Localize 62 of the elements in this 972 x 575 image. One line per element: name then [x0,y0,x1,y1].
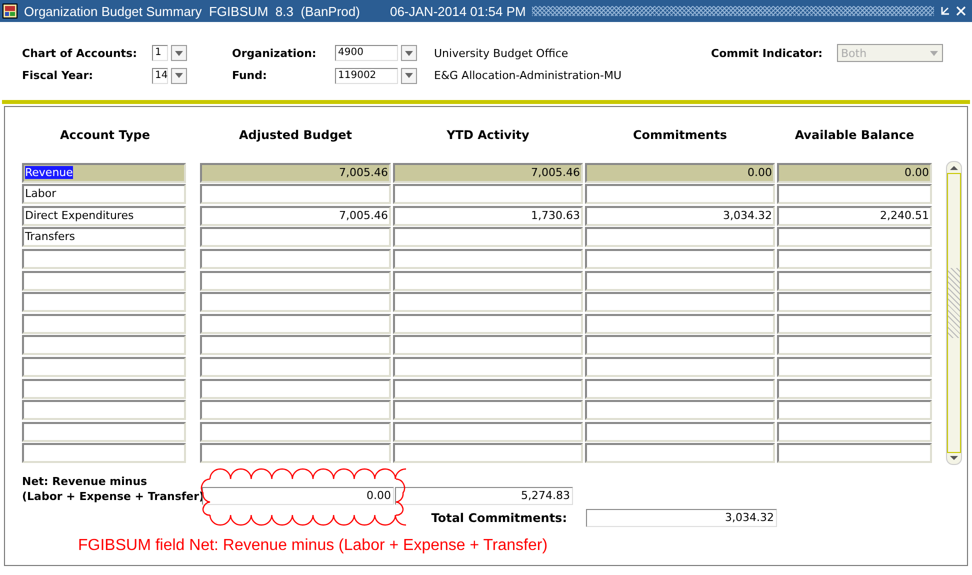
caret-icon [930,50,938,56]
field-label: Fund: [232,69,268,82]
input-field[interactable]: 119002 [335,68,398,84]
total-commitments-label: Total Commitments: [431,511,568,526]
field-label: Fiscal Year: [22,69,94,82]
scroll-up-icon[interactable] [949,165,959,171]
field-label: Organization: [232,46,318,60]
scrollbar[interactable] [946,161,962,465]
input-field[interactable]: 4900 [335,45,398,62]
net-ytd-field[interactable]: 5,274.83 [395,487,573,506]
minimize-icon[interactable] [940,6,950,16]
table-cell: 0.00 [585,162,775,183]
table-cell[interactable]: Transfers [22,227,186,248]
column-header: Adjusted Budget [238,127,354,142]
input-field[interactable]: 14 [152,68,168,84]
table-cell[interactable]: Labor [22,184,186,204]
table-cell[interactable] [22,270,186,291]
table-cell[interactable] [22,314,186,334]
table-cell[interactable] [22,422,186,442]
table-cell[interactable] [22,400,186,420]
caret-icon [175,73,183,78]
dropdown-button[interactable] [401,45,417,62]
table-cell[interactable] [22,378,186,399]
caret-icon [405,73,413,78]
caret-icon [175,50,183,56]
table-cell[interactable] [22,356,186,377]
organization-name: University Budget Office [434,46,570,60]
table-cell: 7,005.46 [200,162,391,183]
dropdown-button[interactable] [171,68,187,84]
input-field[interactable]: 1 [152,45,168,62]
app-icon [2,3,18,19]
net-label: (Labor + Expense + Transfer) [22,489,204,504]
column-header: Commitments [632,127,728,142]
net-budget-field[interactable]: 0.00 [202,487,394,506]
caret-icon [405,50,413,56]
table-cell: 0.00 [777,162,932,183]
column-header: YTD Activity [446,127,530,142]
total-commitments-field[interactable]: 3,034.32 [586,509,777,528]
window-title: Organization Budget Summary FGIBSUM 8.3 (BanProd) [24,4,360,18]
field-label: Chart of Accounts: [22,46,138,60]
fund-name: E&G Allocation-Administration-MU [434,69,623,82]
table-cell[interactable] [22,292,186,312]
field-label: Commit Indicator: [711,46,824,60]
table-cell[interactable] [22,248,186,269]
annotation-caption: FGIBSUM field Net: Revenue minus (Labor + Expense + Transfer) [77,537,549,556]
scroll-down-icon[interactable] [949,455,959,461]
table-cell[interactable] [22,335,186,356]
column-header: Available Balance [794,127,916,142]
table-cell: 1,730.63 [393,206,583,226]
table-cell: 2,240.51 [777,206,932,226]
table-cell: 3,034.32 [585,206,775,226]
dropdown-button[interactable] [401,68,417,84]
close-icon[interactable] [956,6,966,16]
column-header: Account Type [58,127,152,142]
dropdown-button[interactable] [171,45,187,62]
table-cell: 7,005.46 [200,206,391,226]
table-cell[interactable] [22,443,186,464]
table-cell: 7,005.46 [393,162,583,183]
timestamp: 06-JAN-2014 01:54 PM [390,4,526,18]
net-label: Net: Revenue minus [22,474,148,490]
table-cell[interactable]: Revenue [22,162,186,183]
table-cell[interactable]: Direct Expenditures [22,206,186,226]
